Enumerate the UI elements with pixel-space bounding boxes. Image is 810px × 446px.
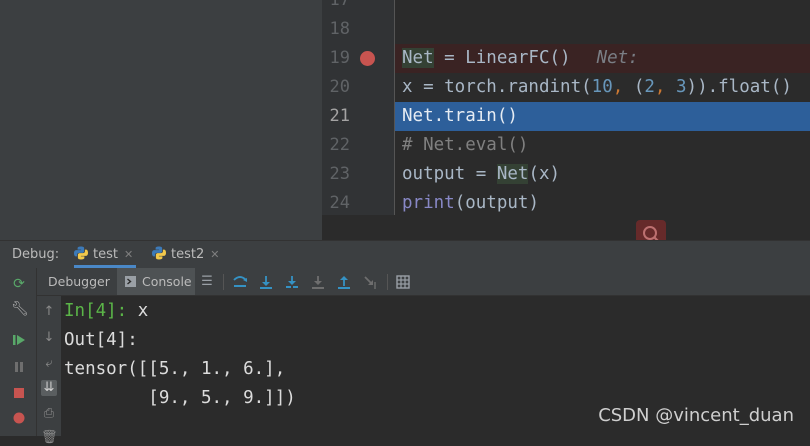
console-prompt: In[4]: — [64, 301, 138, 321]
editor-gutter[interactable]: 17 18 19 20 21 22 23 24 — [322, 0, 394, 215]
view-breakpoints-icon[interactable] — [11, 410, 27, 426]
gutter-line[interactable]: 19 — [322, 44, 394, 73]
code-token: x = torch.randint( — [402, 77, 592, 97]
debug-side-toolbar: ⟳ 🔧︎ — [0, 268, 37, 436]
gutter-line[interactable]: 21 — [322, 102, 394, 131]
code-line[interactable]: Net = LinearFC() Net: — [395, 44, 810, 73]
code-token: output = — [402, 164, 497, 184]
arrow-down-icon[interactable]: ↓ — [41, 330, 57, 346]
pause-icon[interactable] — [11, 359, 27, 375]
line-number: 22 — [329, 135, 350, 155]
line-number: 19 — [329, 48, 350, 68]
line-number: 24 — [329, 193, 350, 213]
arrow-up-icon[interactable]: ↑ — [41, 304, 57, 320]
console-side-toolbar: ↑ ↓ ⤶ ⇊ ⎙ 🗑︎ — [37, 296, 61, 445]
code-token: = LinearFC() — [433, 48, 571, 68]
gutter-line[interactable]: 22 — [322, 131, 394, 160]
menu-lines-icon[interactable]: ☰ — [199, 274, 215, 290]
console-text: [9., 5., 9.]]) — [64, 388, 296, 408]
code-line[interactable]: print(output) — [395, 189, 810, 218]
step-out-icon[interactable] — [336, 274, 352, 290]
line-number: 17 — [329, 0, 350, 10]
tab-test2-label: test2 — [171, 247, 205, 262]
debugger-console-toolbar: Debugger Console ☰ — [37, 268, 810, 296]
code-line[interactable] — [395, 15, 810, 44]
tab-test[interactable]: test ✕ — [74, 241, 136, 268]
soft-wrap-icon[interactable]: ⤶ — [41, 356, 57, 372]
code-token: Net.train() — [402, 106, 518, 126]
toolbar-separator — [223, 274, 224, 290]
console-line: In[4]: x — [64, 297, 148, 326]
code-token: (x) — [528, 164, 561, 184]
gutter-line[interactable]: 24 — [322, 189, 394, 218]
line-number: 20 — [329, 77, 350, 97]
current-code-line[interactable]: Net.train() — [395, 102, 810, 131]
code-token: 10 — [591, 77, 613, 97]
resume-icon[interactable] — [11, 332, 27, 348]
code-token: , — [612, 77, 634, 97]
console-line: [9., 5., 9.]]) — [64, 384, 296, 413]
code-line[interactable]: output = Net(x) — [395, 160, 810, 189]
tab-debugger-label: Debugger — [48, 274, 110, 289]
line-number: 23 — [329, 164, 350, 184]
code-line[interactable]: x = torch.randint(10, (2, 3)).float() — [395, 73, 810, 102]
stop-icon[interactable] — [11, 385, 27, 401]
code-token: 3 — [675, 77, 687, 97]
step-into-my-code-icon[interactable] — [310, 274, 326, 290]
breakpoint-icon[interactable] — [360, 51, 375, 66]
code-token: , — [654, 77, 676, 97]
tab-console[interactable]: Console — [117, 268, 195, 295]
console-line: tensor([[5., 1., 6.], — [64, 355, 285, 384]
run-to-cursor-icon[interactable] — [362, 274, 378, 290]
python-icon — [152, 246, 166, 260]
inline-debug-value: Net: — [596, 48, 639, 68]
line-number: 21 — [329, 106, 350, 126]
close-icon[interactable]: ✕ — [210, 248, 219, 261]
code-token: ( — [633, 77, 645, 97]
rerun-icon[interactable]: ⟳ — [11, 276, 27, 292]
code-token: (output) — [454, 193, 539, 213]
python-icon — [74, 246, 88, 260]
step-into-icon[interactable] — [284, 274, 300, 290]
code-token: Net — [402, 48, 434, 68]
code-editor[interactable]: Net = LinearFC() Net: x = torch.randint(10… — [395, 0, 810, 215]
gutter-line[interactable]: 20 — [322, 73, 394, 102]
toolbar-separator — [387, 274, 388, 290]
close-icon[interactable]: ✕ — [124, 248, 133, 261]
tab-console-label: Console — [142, 274, 192, 289]
evaluate-expression-icon[interactable] — [395, 274, 411, 290]
line-number: 18 — [329, 19, 350, 39]
gutter-line[interactable]: 17 — [322, 0, 394, 15]
gutter-line[interactable]: 18 — [322, 15, 394, 44]
project-panel-area — [0, 0, 322, 240]
editor-bottom-area — [322, 215, 810, 240]
clear-icon[interactable]: 🗑︎ — [41, 430, 58, 446]
console-line: Out[4]: — [64, 326, 138, 355]
code-token: )).float() — [686, 77, 792, 97]
tab-debugger[interactable]: Debugger — [39, 268, 115, 295]
console-text: Out[4]: — [64, 330, 138, 350]
settings-wrench-icon[interactable]: 🔧︎ — [11, 301, 29, 317]
debug-label: Debug: — [12, 247, 60, 262]
gutter-line[interactable]: 23 — [322, 160, 394, 189]
code-line[interactable]: # Net.eval() — [395, 131, 810, 160]
code-token: Net — [496, 164, 529, 184]
code-token: print — [402, 193, 455, 213]
console-text: x — [137, 301, 149, 321]
code-line[interactable] — [395, 0, 810, 15]
print-icon[interactable]: ⎙ — [41, 406, 57, 422]
step-over-icon[interactable] — [258, 274, 274, 290]
code-token: # Net.eval() — [402, 135, 529, 155]
show-execution-point-icon[interactable] — [232, 274, 248, 290]
scroll-to-end-icon[interactable]: ⇊ — [41, 380, 57, 396]
console-icon — [125, 269, 136, 287]
code-token: 2 — [644, 77, 655, 97]
debug-tool-window-header: Debug: test ✕ test2 ✕ — [0, 240, 810, 268]
tab-test-label: test — [93, 247, 118, 262]
tab-test2[interactable]: test2 ✕ — [152, 241, 224, 268]
watermark: CSDN @vincent_duan — [598, 405, 794, 426]
console-text: tensor([[5., 1., 6.], — [64, 359, 286, 379]
